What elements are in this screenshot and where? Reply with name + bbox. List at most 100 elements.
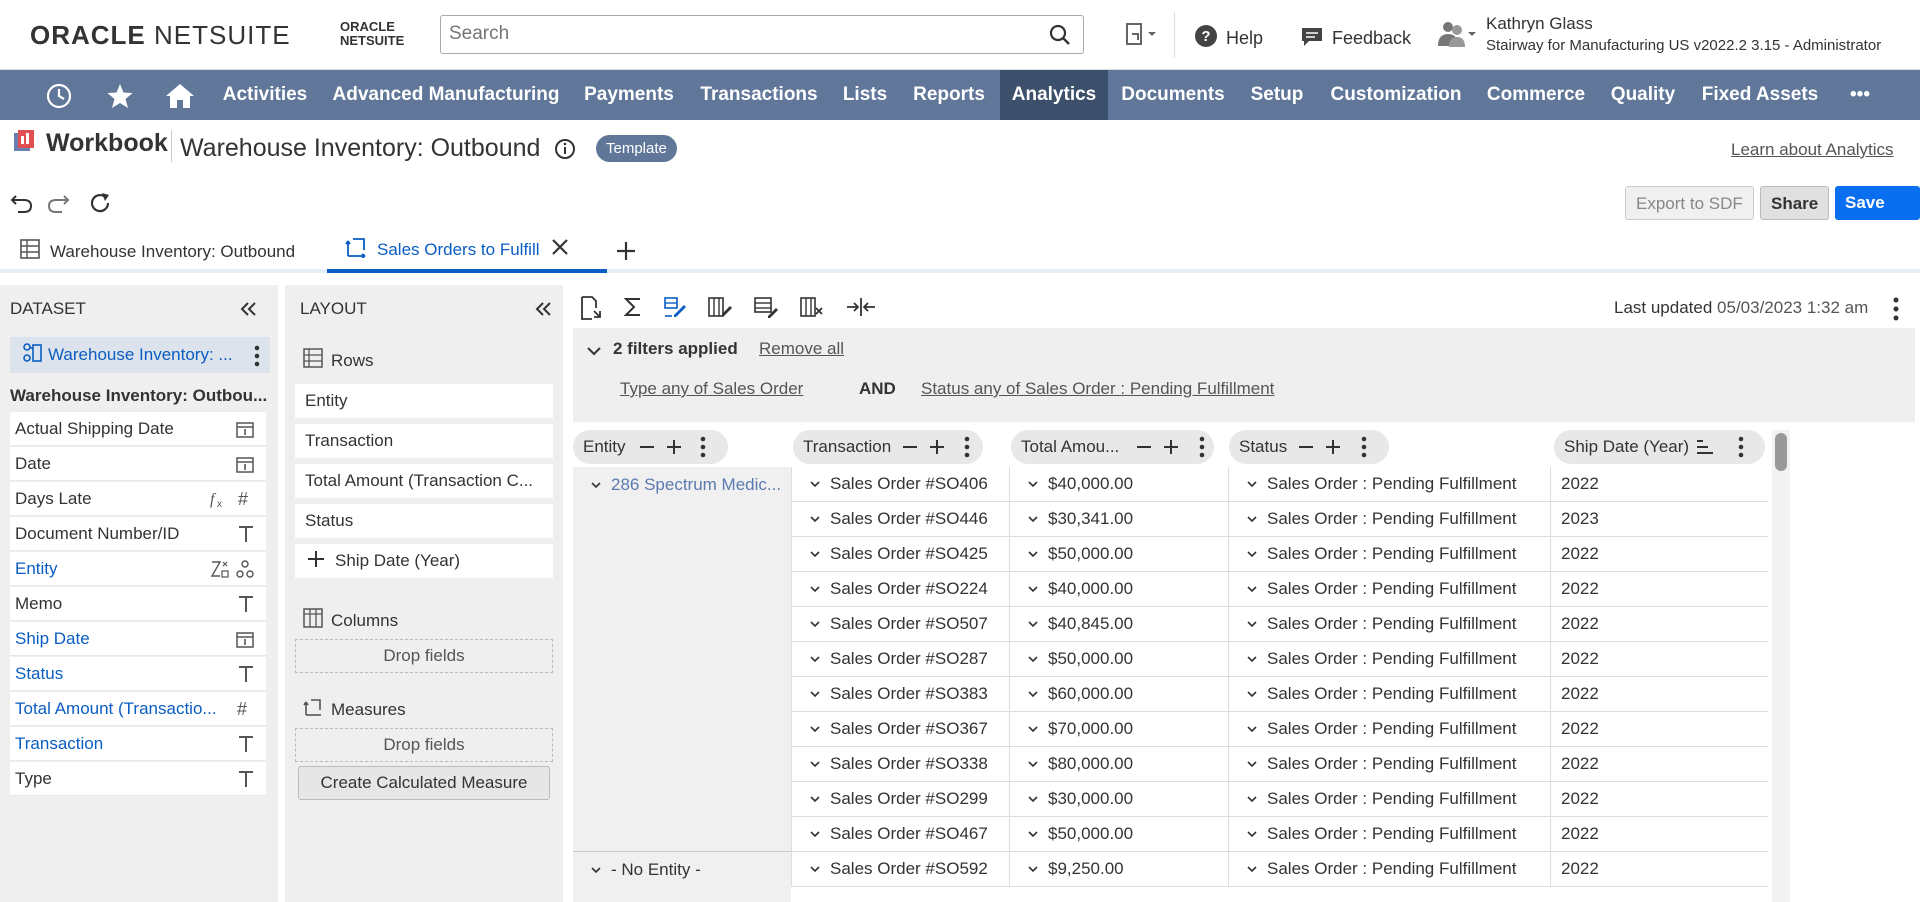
home-icon[interactable] [165,82,195,115]
field-memo[interactable]: Memo [10,587,266,621]
chevron-down-icon[interactable] [810,549,820,559]
transaction-cell[interactable]: Sales Order #SO507 [791,607,1009,642]
column-menu-icon[interactable] [1738,436,1744,463]
tab-warehouse-inventory-outbound[interactable]: Warehouse Inventory: Outbound [20,230,295,273]
nav-commerce[interactable]: Commerce [1476,70,1596,120]
column-menu-icon[interactable] [1361,436,1367,463]
nav-more[interactable]: ••• [1840,70,1880,120]
chevron-down-icon[interactable] [810,619,820,629]
status-cell[interactable]: Sales Order : Pending Fulfillment [1228,537,1550,572]
oracle-netsuite-logo[interactable]: ORACLE NETSUITE [30,20,291,51]
chevron-down-icon[interactable] [810,864,820,874]
nav-advanced-manufacturing[interactable]: Advanced Manufacturing [320,70,572,120]
sort-icon[interactable] [1695,438,1715,461]
nav-customization[interactable]: Customization [1316,70,1476,120]
status-cell[interactable]: Sales Order : Pending Fulfillment [1228,502,1550,537]
chevron-down-icon[interactable] [1028,584,1038,594]
redo-icon[interactable] [46,192,70,219]
entity-group-cell[interactable]: 286 Spectrum Medic... [573,467,791,502]
columns-drop-zone[interactable]: Drop fields [295,639,553,673]
export-icon[interactable] [580,296,602,325]
amount-cell[interactable]: $80,000.00 [1009,747,1228,782]
nav-payments[interactable]: Payments [572,70,686,120]
chevron-down-icon[interactable] [591,480,601,490]
pivot-menu-icon[interactable] [1893,297,1899,326]
status-cell[interactable]: Sales Order : Pending Fulfillment [1228,677,1550,712]
chevron-down-icon[interactable] [1028,829,1038,839]
chevron-down-icon[interactable] [1247,549,1257,559]
chevron-down-icon[interactable] [1028,724,1038,734]
column-menu-icon[interactable] [964,436,970,463]
chevron-down-icon[interactable] [810,654,820,664]
chevron-down-icon[interactable] [1247,864,1257,874]
nav-setup[interactable]: Setup [1238,70,1316,120]
chevron-down-icon[interactable] [1247,514,1257,524]
global-search[interactable] [440,15,1084,54]
chevron-down-icon[interactable] [1247,794,1257,804]
share-button[interactable]: Share [1760,186,1830,220]
column-header-entity[interactable]: Entity [573,430,728,464]
chevron-down-icon[interactable] [1247,724,1257,734]
conditional-format-icon[interactable] [664,296,686,325]
favorites-star-icon[interactable] [106,82,134,115]
chevron-down-icon[interactable] [1028,759,1038,769]
amount-cell[interactable]: $40,000.00 [1009,467,1228,502]
chevron-down-icon[interactable] [810,689,820,699]
chevron-down-icon[interactable] [1247,584,1257,594]
field-type[interactable]: Type [10,762,266,796]
collapse-dataset-icon[interactable] [238,299,258,324]
recent-icon[interactable] [45,82,73,115]
chevron-down-icon[interactable] [810,584,820,594]
field-entity[interactable]: Entity [10,552,266,586]
field-status[interactable]: Status [10,657,266,691]
chevron-down-icon[interactable] [1247,829,1257,839]
remove-all-filters-link[interactable]: Remove all [759,339,844,359]
column-menu-icon[interactable] [1199,436,1205,463]
layout-row-total-amount[interactable]: Total Amount (Transaction C... [295,464,553,498]
learn-about-analytics-link[interactable]: Learn about Analytics [1731,140,1894,160]
amount-cell[interactable]: $9,250.00 [1009,852,1228,887]
status-cell[interactable]: Sales Order : Pending Fulfillment [1228,467,1550,502]
amount-cell[interactable]: $30,341.00 [1009,502,1228,537]
layout-row-status[interactable]: Status [295,504,553,538]
chevron-down-icon[interactable] [1247,619,1257,629]
info-icon[interactable] [554,138,576,165]
collapse-layout-icon[interactable] [533,299,553,324]
filters-chevron-icon[interactable] [586,342,602,362]
column-header-ship-date-year[interactable]: Ship Date (Year) [1554,430,1765,464]
role-switcher-icon[interactable] [1436,20,1476,53]
chevron-down-icon[interactable] [1028,549,1038,559]
undo-icon[interactable] [10,192,34,219]
chevron-down-icon[interactable] [1028,479,1038,489]
status-cell[interactable]: Sales Order : Pending Fulfillment [1228,782,1550,817]
chevron-down-icon[interactable] [1028,514,1038,524]
field-transaction[interactable]: Transaction [10,727,266,761]
amount-cell[interactable]: $30,000.00 [1009,782,1228,817]
add-tab-icon[interactable] [616,241,636,266]
entity-group-cell[interactable]: - No Entity - [573,852,791,887]
chevron-down-icon[interactable] [591,865,601,875]
status-cell[interactable]: Sales Order : Pending Fulfillment [1228,572,1550,607]
amount-cell[interactable]: $40,000.00 [1009,572,1228,607]
transaction-cell[interactable]: Sales Order #SO383 [791,677,1009,712]
dataset-selector[interactable]: Warehouse Inventory: ... [10,337,270,373]
amount-cell[interactable]: $50,000.00 [1009,817,1228,852]
search-icon[interactable] [1049,24,1071,51]
status-cell[interactable]: Sales Order : Pending Fulfillment [1228,642,1550,677]
collapse-minus-icon[interactable] [638,438,656,461]
transaction-cell[interactable]: Sales Order #SO446 [791,502,1009,537]
chevron-down-icon[interactable] [1247,759,1257,769]
nav-reports[interactable]: Reports [898,70,1000,120]
amount-cell[interactable]: $50,000.00 [1009,537,1228,572]
layout-row-ship-date[interactable]: Ship Date (Year) [295,544,553,578]
nav-documents[interactable]: Documents [1108,70,1238,120]
collapse-minus-icon[interactable] [1297,438,1315,461]
collapse-minus-icon[interactable] [1135,438,1153,461]
transaction-cell[interactable]: Sales Order #SO406 [791,467,1009,502]
field-actual-shipping-date[interactable]: Actual Shipping Date [10,412,266,446]
clear-format-icon[interactable] [800,296,824,325]
vertical-scrollbar[interactable] [1772,430,1790,902]
scrollbar-thumb[interactable] [1775,433,1787,471]
transaction-cell[interactable]: Sales Order #SO467 [791,817,1009,852]
tab-sales-orders-to-fulfill[interactable]: Sales Orders to Fulfill [327,230,607,273]
